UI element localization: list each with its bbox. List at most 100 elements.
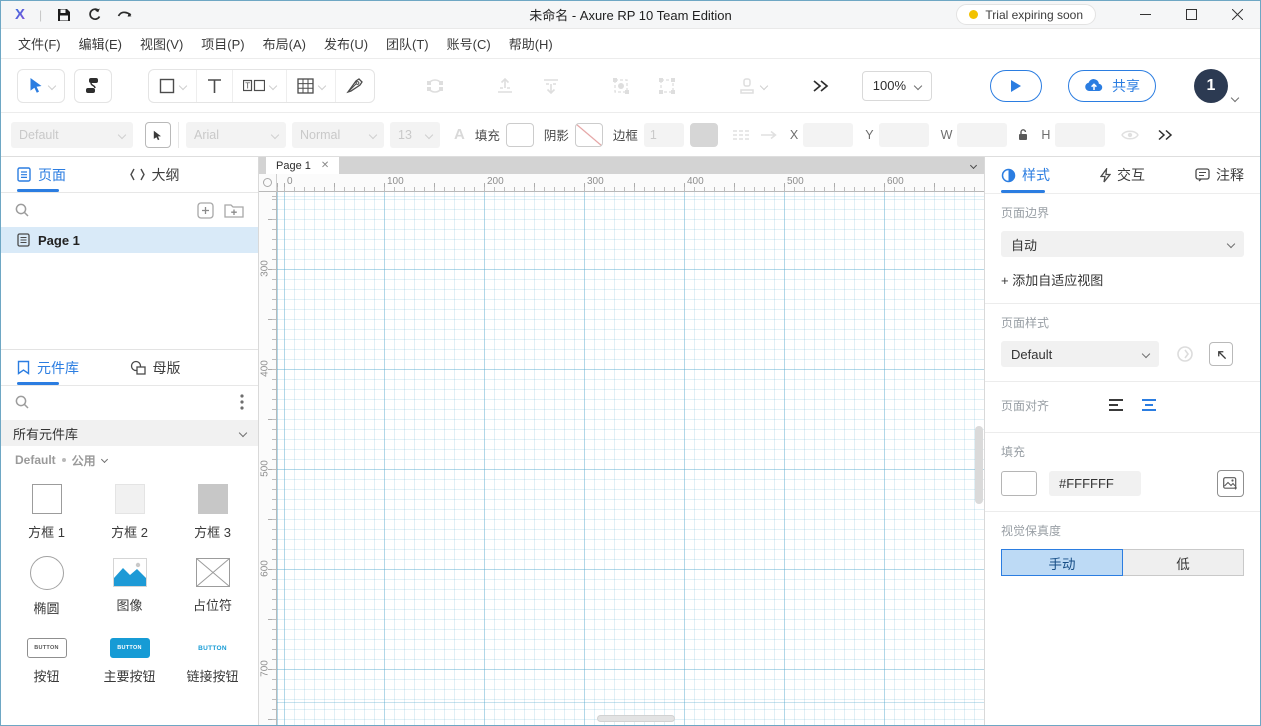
stylebar-overflow-button[interactable]: [1157, 129, 1173, 141]
widget-image[interactable]: 图像: [88, 550, 171, 624]
fidelity-section: 视觉保真度 手动 低: [985, 512, 1260, 590]
fidelity-manual-option[interactable]: 手动: [1001, 549, 1123, 576]
tab-pages[interactable]: 页面: [17, 157, 122, 192]
trial-badge[interactable]: Trial expiring soon: [956, 4, 1096, 25]
stamp-icon: [737, 76, 769, 96]
page-fill-swatch[interactable]: [1001, 471, 1037, 496]
axure-window: X | 未命名 - Axure RP 10 Team Edition Trial…: [0, 0, 1261, 726]
maximize-button[interactable]: [1168, 1, 1214, 28]
widget-box2[interactable]: 方框 2: [88, 476, 171, 550]
style-icon: [1001, 168, 1016, 182]
close-tab-icon[interactable]: ✕: [321, 160, 329, 171]
label-tool-button[interactable]: T: [233, 69, 287, 102]
menu-help[interactable]: 帮助(H): [500, 34, 562, 53]
add-page-button[interactable]: [197, 201, 214, 219]
svg-text:T: T: [245, 82, 250, 91]
select-tool-button[interactable]: [17, 68, 65, 103]
table-tool-button[interactable]: [287, 69, 336, 102]
connector-tool-button[interactable]: [74, 68, 112, 103]
tab-interactions[interactable]: 交互: [1100, 157, 1145, 193]
ruler-row: 0 100 200 300 400 500 600: [259, 174, 984, 192]
style-painter-button[interactable]: [145, 121, 171, 148]
menu-publish[interactable]: 发布(U): [315, 34, 377, 53]
menu-file[interactable]: 文件(F): [9, 34, 70, 53]
fill-color-swatch[interactable]: [505, 122, 534, 147]
widget-ellipse[interactable]: 椭圆: [5, 550, 88, 624]
h-label: H: [1041, 127, 1051, 142]
align-left-icon[interactable]: [1108, 398, 1126, 412]
preview-button[interactable]: [990, 69, 1042, 102]
page-style-select[interactable]: Default: [1001, 341, 1159, 367]
canvas-tab-page1[interactable]: Page 1 ✕: [266, 157, 340, 174]
menu-account[interactable]: 账号(C): [438, 34, 500, 53]
widget-primary-button[interactable]: BUTTON 主要按钮: [88, 624, 171, 698]
avatar[interactable]: 1: [1194, 68, 1228, 103]
tab-outline[interactable]: 大纲: [129, 157, 235, 192]
menu-arrange[interactable]: 布局(A): [254, 34, 315, 53]
ruler-origin-button[interactable]: [259, 174, 277, 192]
fidelity-low-option[interactable]: 低: [1123, 549, 1244, 576]
tab-notes[interactable]: 注释: [1195, 157, 1244, 193]
widget-link-button[interactable]: BUTTON 链接按钮: [171, 624, 254, 698]
close-button[interactable]: [1214, 1, 1260, 28]
primary-button-icon: BUTTON: [109, 638, 150, 658]
dot-separator: [61, 458, 66, 462]
kebab-menu-icon[interactable]: [240, 394, 244, 410]
fill-hex-input[interactable]: #FFFFFF: [1049, 471, 1141, 496]
horizontal-scrollbar[interactable]: [597, 715, 675, 722]
library-filter-select[interactable]: 所有元件库: [1, 420, 258, 446]
add-adaptive-view-link[interactable]: + 添加自适应视图: [1001, 270, 1244, 289]
tab-style[interactable]: 样式: [1001, 157, 1050, 193]
page-tree-item[interactable]: Page 1: [1, 227, 258, 253]
widget-h3[interactable]: H3: [171, 698, 254, 725]
menu-view[interactable]: 视图(V): [131, 34, 192, 53]
add-folder-button[interactable]: [224, 202, 244, 218]
send-to-back-icon: [541, 76, 561, 96]
tab-masters[interactable]: 母版: [130, 350, 235, 385]
fill-label: 填充: [474, 129, 500, 143]
search-icon[interactable]: [15, 395, 29, 409]
align-center-icon[interactable]: [1140, 398, 1158, 412]
left-sidebar: 页面 大纲 Page 1 元件库 母版 所有元件库 Default 公用 方框 …: [1, 157, 259, 725]
widget-placeholder[interactable]: 占位符: [171, 550, 254, 624]
widget-button[interactable]: BUTTON 按钮: [5, 624, 88, 698]
menu-team[interactable]: 团队(T): [377, 34, 438, 53]
page-icon: [17, 167, 31, 182]
widget-h1[interactable]: H1: [5, 698, 88, 725]
undo-icon[interactable]: [86, 7, 102, 23]
rectangle-tool-button[interactable]: [149, 69, 197, 102]
lock-ratio-icon[interactable]: [1017, 128, 1029, 141]
x-input: [803, 122, 854, 147]
tab-libraries[interactable]: 元件库: [17, 350, 122, 385]
design-canvas[interactable]: [277, 192, 984, 725]
ungroup-icon: [657, 76, 677, 96]
edit-page-style-button[interactable]: [1209, 342, 1233, 366]
widget-box1[interactable]: 方框 1: [5, 476, 88, 550]
share-button[interactable]: 共享: [1068, 69, 1156, 102]
page-dimensions-select[interactable]: 自动: [1001, 231, 1244, 257]
page-style-label: 页面样式: [1001, 316, 1050, 330]
vertical-scrollbar[interactable]: [975, 426, 983, 504]
library-group-header[interactable]: Default 公用: [1, 446, 258, 474]
minimize-button[interactable]: [1122, 1, 1168, 28]
shadow-swatch[interactable]: [574, 122, 603, 147]
image-fill-button[interactable]: [1217, 470, 1244, 497]
toolbar-overflow-button[interactable]: [811, 79, 829, 93]
box3-icon: [197, 484, 228, 514]
chevron-down-icon: [1141, 349, 1151, 359]
pen-tool-button[interactable]: [336, 70, 374, 102]
origin-icon: [263, 178, 272, 187]
menu-edit[interactable]: 编辑(E): [70, 34, 131, 53]
save-icon[interactable]: [56, 7, 72, 23]
account-menu[interactable]: 1: [1194, 68, 1240, 103]
widget-h2[interactable]: H2: [88, 698, 171, 725]
tab-list-button[interactable]: [969, 157, 984, 174]
arrow-style-icon: [760, 129, 778, 141]
zoom-level-select[interactable]: 100%: [861, 70, 932, 101]
text-tool-button[interactable]: [197, 69, 233, 102]
redo-icon[interactable]: [116, 7, 132, 23]
menu-project[interactable]: 项目(P): [192, 34, 253, 53]
widget-box3[interactable]: 方框 3: [171, 476, 254, 550]
search-icon[interactable]: [15, 203, 29, 217]
lightning-icon: [1100, 167, 1111, 182]
